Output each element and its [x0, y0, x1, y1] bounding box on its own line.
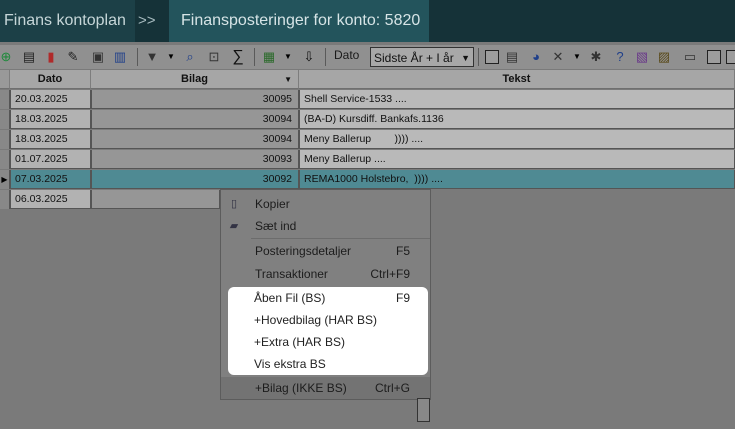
cell-bilag: 30093	[91, 150, 299, 169]
chevron-down-icon[interactable]: ▼	[572, 48, 582, 66]
stack-icon[interactable]: ▨	[656, 48, 672, 66]
paste-icon: ▰	[229, 220, 239, 232]
menu-item-hovedbilag[interactable]: +Hovedbilag (HAR BS)	[228, 309, 428, 331]
tab-bar: Finans kontoplan >> Finansposteringer fo…	[0, 0, 735, 42]
notes-icon[interactable]: ▧	[634, 48, 650, 66]
columns-icon[interactable]: ▥	[112, 48, 128, 66]
period-select[interactable]: Sidste År + I år ▼	[370, 47, 474, 67]
row-indicator	[0, 110, 10, 129]
menu-separator	[251, 238, 430, 239]
toolbar-separator	[478, 48, 479, 66]
menu-item-paste[interactable]: ▰ Sæt ind	[221, 215, 430, 237]
toolbar-separator	[254, 48, 255, 66]
cell-tekst: Meny Ballerup )))) ....	[299, 130, 735, 149]
cell-dato: 18.03.2025	[10, 110, 91, 129]
cell-tekst: Meny Ballerup ....	[299, 150, 735, 169]
table-row-selected[interactable]: ▶ 07.03.2025 30092 REMA1000 Holstebro, )…	[0, 170, 735, 190]
table-row[interactable]: 18.03.2025 30094 (BA-D) Kursdiff. Bankaf…	[0, 110, 735, 130]
chevron-down-icon: ▼	[461, 53, 470, 63]
row-indicator	[0, 150, 10, 169]
table-row[interactable]: 20.03.2025 30095 Shell Service-1533 ....	[0, 90, 735, 110]
column-header-dato[interactable]: Dato	[10, 70, 91, 89]
current-row-icon: ▶	[0, 170, 10, 189]
cell-dato: 20.03.2025	[10, 90, 91, 109]
tab-finansposteringer[interactable]: Finansposteringer for konto: 5820	[169, 0, 429, 42]
edit-icon[interactable]: ✎	[66, 48, 80, 66]
monitor-icon[interactable]: ▭	[680, 48, 700, 66]
row-indicator	[0, 130, 10, 149]
menu-item-open-file[interactable]: Åben Fil (BS) F9	[228, 287, 428, 309]
toolbar-checkbox-2[interactable]	[707, 50, 721, 64]
help-icon[interactable]: ?	[612, 48, 628, 66]
menu-item-copy[interactable]: ▯ Kopier	[221, 193, 430, 215]
menu-item-extra[interactable]: +Extra (HAR BS)	[228, 331, 428, 353]
cell-tekst: Shell Service-1533 ....	[299, 90, 735, 109]
refresh-icon[interactable]: ◕	[528, 48, 544, 66]
copy-icon: ▯	[230, 198, 238, 210]
tab-finans-kontoplan[interactable]: Finans kontoplan	[0, 0, 135, 42]
toolbar-checkbox-1[interactable]	[485, 50, 499, 64]
sum-icon[interactable]: ∑	[230, 48, 246, 66]
bug-icon[interactable]: ✱	[588, 48, 604, 66]
cell-bilag: 30094	[91, 130, 299, 149]
toolbar-separator	[325, 48, 326, 66]
breadcrumb-separator: >>	[138, 12, 156, 29]
row-indicator-header	[0, 70, 10, 89]
cell-tekst: REMA1000 Holstebro, )))) ....	[299, 170, 735, 189]
filter-icon[interactable]: ▼	[145, 48, 159, 66]
row-indicator	[0, 90, 10, 109]
excel-icon[interactable]: ▦	[262, 48, 276, 66]
dato-label: Dato	[334, 48, 360, 62]
toolbar-separator	[137, 48, 138, 66]
sort-down-icon: ▼	[284, 75, 292, 84]
menu-item-posteringsdetaljer[interactable]: Posteringsdetaljer F5	[221, 240, 430, 262]
table-row[interactable]: 01.07.2025 30093 Meny Ballerup ....	[0, 150, 735, 170]
add-icon[interactable]: ⊕	[0, 48, 12, 66]
search-icon[interactable]: ⌕	[183, 48, 197, 66]
menu-item-vis-ekstra[interactable]: Vis ekstra BS	[228, 353, 428, 375]
column-header-tekst[interactable]: Tekst	[299, 70, 735, 89]
cell-dato: 07.03.2025	[10, 170, 91, 189]
chevron-down-icon[interactable]: ▼	[166, 48, 176, 66]
menu-item-add-bilag[interactable]: +Bilag (IKKE BS) Ctrl+G	[221, 377, 430, 399]
lock-icon[interactable]: ▣	[91, 48, 105, 66]
row-indicator	[0, 190, 10, 209]
menu-item-transaktioner[interactable]: Transaktioner Ctrl+F9	[221, 263, 430, 285]
toolbar-checkbox-3[interactable]	[726, 50, 735, 64]
zoom-fit-icon[interactable]: ⊡	[206, 48, 222, 66]
export-icon[interactable]: ⇩	[300, 48, 318, 66]
menu-scroll-handle[interactable]	[417, 398, 430, 422]
period-select-value: Sidste År + I år	[374, 51, 454, 65]
table-row[interactable]: 18.03.2025 30094 Meny Ballerup )))) ....	[0, 130, 735, 150]
delete-icon[interactable]: ▮	[44, 48, 58, 66]
tools-icon[interactable]: ✕	[550, 48, 566, 66]
cell-bilag: 30095	[91, 90, 299, 109]
cell-tekst: (BA-D) Kursdiff. Bankafs.1136	[299, 110, 735, 129]
column-header-bilag[interactable]: Bilag ▼	[91, 70, 299, 89]
highlighted-menu-group: Åben Fil (BS) F9 +Hovedbilag (HAR BS) +E…	[228, 287, 428, 375]
cell-bilag: 30094	[91, 110, 299, 129]
cell-dato: 18.03.2025	[10, 130, 91, 149]
table-icon[interactable]: ▤	[504, 48, 520, 66]
cell-dato: 01.07.2025	[10, 150, 91, 169]
column-header-bilag-label: Bilag	[181, 73, 208, 85]
chevron-down-icon[interactable]: ▼	[283, 48, 293, 66]
cell-bilag	[91, 190, 220, 209]
cell-dato: 06.03.2025	[10, 190, 91, 209]
cell-bilag: 30092	[91, 170, 299, 189]
toolbar: ⊕ ▤ ▮ ✎ ▣ ▥ ▼ ▼ ⌕ ⊡ ∑ ▦ ▼ ⇩ ▤ ◕ ✕ ▼ ✱ ? …	[0, 45, 735, 69]
new-record-icon[interactable]: ▤	[20, 48, 38, 66]
